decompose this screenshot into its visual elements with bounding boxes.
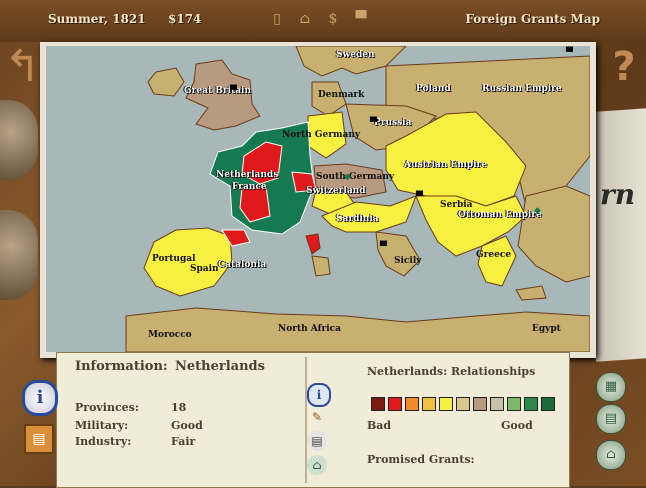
tophat-icon[interactable]: ▀ bbox=[230, 86, 237, 96]
relationship-color-box bbox=[388, 397, 402, 411]
info-button[interactable]: i bbox=[22, 380, 58, 416]
globe-decoration bbox=[0, 210, 38, 300]
info-icon[interactable]: i bbox=[307, 383, 331, 407]
region-island-red bbox=[305, 233, 321, 255]
region-north-africa bbox=[125, 307, 590, 352]
factory-icon[interactable]: ⌂ bbox=[298, 10, 312, 28]
map-label[interactable]: Sardinia bbox=[336, 214, 379, 224]
money-icon[interactable]: $ bbox=[326, 10, 340, 28]
money-grant-icon[interactable]: ◆ bbox=[534, 206, 541, 216]
map-label[interactable]: South Germany bbox=[316, 172, 394, 182]
map-label[interactable]: Morocco bbox=[148, 330, 192, 340]
map-label[interactable]: Greece bbox=[476, 250, 511, 260]
info-label: Information: bbox=[75, 359, 168, 374]
relationship-color-box bbox=[473, 397, 487, 411]
military-label: Military: bbox=[75, 419, 129, 432]
relationship-color-box bbox=[490, 397, 504, 411]
relationship-color-box bbox=[507, 397, 521, 411]
season-date: Summer, 1821 bbox=[48, 12, 146, 26]
good-label: Good bbox=[501, 419, 533, 432]
bad-label: Bad bbox=[367, 419, 392, 432]
treasury: $174 bbox=[168, 12, 202, 26]
bank-button[interactable]: ⌂ bbox=[596, 440, 626, 470]
promised-grants-label: Promised Grants: bbox=[367, 453, 475, 466]
relationships-title: Netherlands: Relationships bbox=[367, 365, 536, 378]
map-label[interactable]: Prussia bbox=[374, 118, 411, 128]
map-label[interactable]: Portugal bbox=[152, 254, 196, 264]
top-bar: Summer, 1821 $174 ▯ ⌂ $ ▀ Foreign Grants… bbox=[0, 0, 646, 42]
region-asia-minor bbox=[517, 185, 590, 283]
relationship-color-box bbox=[456, 397, 470, 411]
help-button[interactable]: ? bbox=[606, 42, 642, 92]
relationship-color-box bbox=[371, 397, 385, 411]
map-label[interactable]: Serbia bbox=[440, 200, 473, 210]
newspaper-button[interactable]: ▦ bbox=[596, 372, 626, 402]
relationship-color-box bbox=[524, 397, 538, 411]
map-label[interactable]: Spain bbox=[190, 264, 219, 274]
newspaper-decoration bbox=[596, 108, 646, 362]
map-label[interactable]: Sweden bbox=[336, 50, 375, 60]
ledger-icon[interactable]: ▯ bbox=[270, 10, 284, 28]
map-frame: Sweden Great Britain Denmark Poland Russ… bbox=[40, 42, 596, 358]
map-label[interactable]: North Germany bbox=[282, 130, 360, 140]
tophat-icon[interactable]: ▀ bbox=[370, 118, 377, 128]
relationship-color-box bbox=[439, 397, 453, 411]
provinces-label: Provinces: bbox=[75, 401, 139, 414]
map-label[interactable]: Catalonia bbox=[218, 260, 266, 270]
back-arrow-icon[interactable]: ↰ bbox=[4, 42, 41, 92]
tophat-icon[interactable]: ▀ bbox=[380, 242, 387, 252]
region-island bbox=[515, 285, 547, 301]
map-label[interactable]: Sicily bbox=[394, 256, 421, 266]
selected-nation: Netherlands bbox=[175, 359, 265, 374]
relationship-color-box bbox=[405, 397, 419, 411]
tophat-icon[interactable]: ▀ bbox=[354, 10, 368, 28]
map-label[interactable]: Great Britain bbox=[184, 86, 251, 96]
relationship-color-box bbox=[541, 397, 555, 411]
map-label[interactable]: Netherlands bbox=[216, 170, 278, 180]
money-grant-icon[interactable]: ◆ bbox=[344, 172, 351, 182]
screen-title: Foreign Grants Map bbox=[465, 12, 600, 26]
scroll-icon[interactable]: ✎ bbox=[307, 407, 327, 427]
region-ireland bbox=[147, 67, 185, 97]
relationship-scale bbox=[371, 397, 555, 411]
ledger-icon[interactable]: ▤ bbox=[307, 431, 327, 451]
europe-map[interactable]: Sweden Great Britain Denmark Poland Russ… bbox=[46, 46, 590, 352]
relationship-color-box bbox=[422, 397, 436, 411]
tophat-icon[interactable]: ▀ bbox=[566, 48, 573, 58]
bank-icon[interactable]: ⌂ bbox=[307, 455, 327, 475]
newspaper-headline-icon: rn bbox=[600, 178, 636, 211]
map-label[interactable]: Poland bbox=[416, 84, 451, 94]
map-label[interactable]: Egypt bbox=[532, 324, 561, 334]
ledger-side-button[interactable]: ▤ bbox=[596, 404, 626, 434]
tophat-icon[interactable]: ▀ bbox=[416, 192, 423, 202]
map-label[interactable]: Ottoman Empire bbox=[458, 210, 542, 220]
region-sicily bbox=[375, 231, 421, 277]
industry-value: Fair bbox=[171, 435, 196, 448]
military-value: Good bbox=[171, 419, 203, 432]
map-label[interactable]: France bbox=[232, 182, 267, 192]
industry-label: Industry: bbox=[75, 435, 132, 448]
map-label[interactable]: Switzerland bbox=[306, 186, 366, 196]
map-label[interactable]: Denmark bbox=[318, 90, 364, 100]
map-label[interactable]: Russian Empire bbox=[482, 84, 562, 94]
map-label[interactable]: North Africa bbox=[278, 324, 341, 334]
region-island bbox=[311, 255, 331, 277]
map-label[interactable]: Austrian Empire bbox=[404, 160, 487, 170]
info-panel: Information: Netherlands Provinces: 18 M… bbox=[56, 352, 570, 488]
provinces-value: 18 bbox=[171, 401, 187, 414]
ledger-button[interactable]: ▤ bbox=[24, 424, 54, 454]
